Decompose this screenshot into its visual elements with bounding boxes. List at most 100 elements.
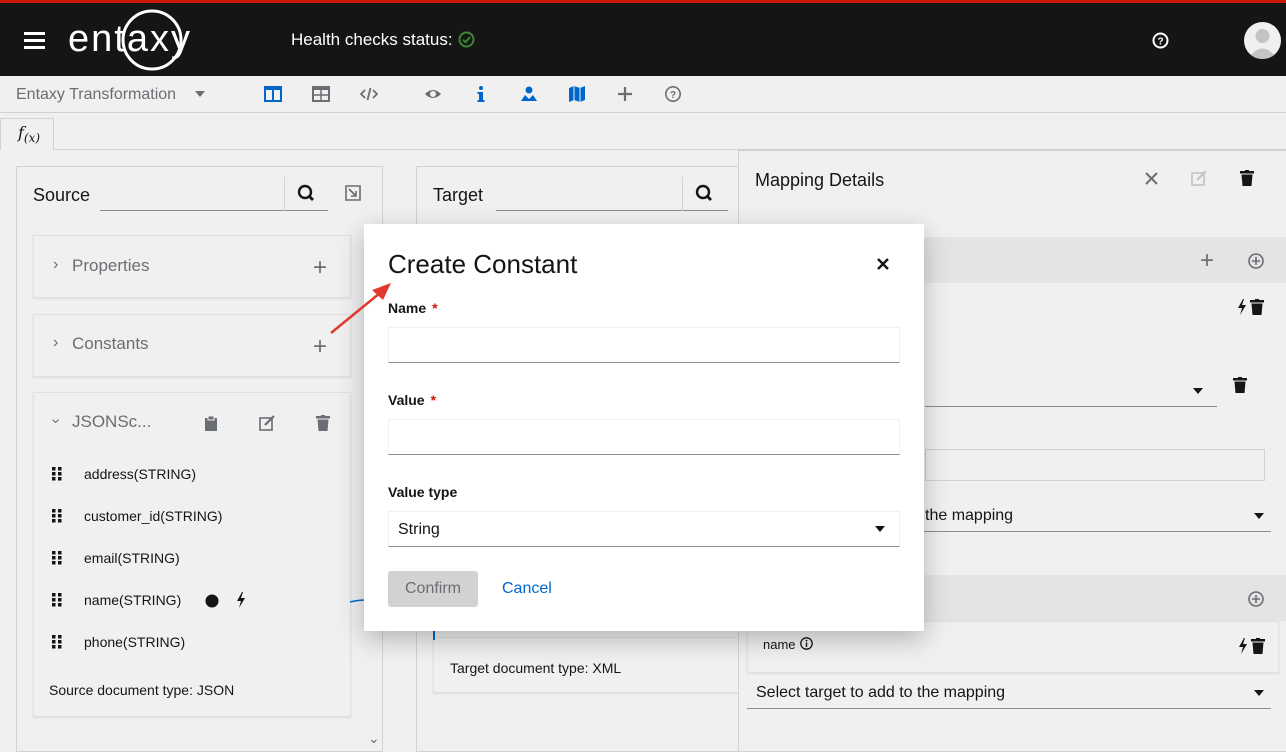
cancel-button[interactable]: Cancel <box>502 571 552 607</box>
grip-icon[interactable] <box>52 509 62 523</box>
chevron-down-icon[interactable]: › <box>47 418 65 423</box>
masthead: entaxy Health checks status: ? <box>0 3 1286 76</box>
eye-icon[interactable] <box>424 85 442 103</box>
mapping-details-title: Mapping Details <box>755 170 885 190</box>
toolbar: Entaxy Transformation ? <box>0 76 1286 113</box>
bolt-icon[interactable] <box>236 592 246 608</box>
source-title: Source <box>33 185 91 205</box>
bolt-icon[interactable] <box>1237 299 1247 315</box>
grip-icon[interactable] <box>52 635 62 649</box>
value-type-label: Value type <box>388 484 458 500</box>
caret-down-icon <box>1193 388 1203 394</box>
target-doc-card: Target document type: XML <box>433 637 753 693</box>
help-icon[interactable]: ? <box>664 85 682 103</box>
columns-view-icon[interactable] <box>264 85 282 103</box>
clipboard-icon[interactable] <box>204 415 218 431</box>
mapped-dot-icon <box>205 594 219 608</box>
search-button[interactable] <box>284 177 328 211</box>
constants-card[interactable]: › Constants + <box>33 314 351 377</box>
json-schema-card: › JSONSc... <box>33 392 351 717</box>
trash-icon[interactable] <box>1251 638 1265 654</box>
properties-card[interactable]: › Properties + <box>33 235 351 298</box>
export-icon[interactable] <box>344 184 362 202</box>
code-view-icon[interactable] <box>360 85 378 103</box>
caret-down-icon <box>1254 690 1264 696</box>
required-mark: * <box>432 300 438 316</box>
add-constant-icon[interactable]: + <box>313 335 327 359</box>
trash-icon[interactable] <box>1240 170 1254 186</box>
value-type-selected: String <box>398 521 440 538</box>
source-doc-type: Source document type: JSON <box>49 682 235 698</box>
edit-icon[interactable] <box>259 415 276 431</box>
target-search-input[interactable] <box>496 177 728 211</box>
field-name: email(STRING) <box>84 550 180 566</box>
add-source-icon[interactable]: + <box>1200 249 1214 273</box>
hamburger-menu-icon[interactable] <box>24 32 45 49</box>
field-name: phone(STRING) <box>84 634 186 650</box>
transformation-selector[interactable]: Entaxy Transformation <box>16 86 176 104</box>
confirm-button[interactable]: Confirm <box>388 571 478 607</box>
caret-down-icon <box>875 526 885 532</box>
search-icon <box>297 184 314 201</box>
field-name: address(STRING) <box>84 466 197 482</box>
help-icon[interactable]: ? <box>1152 32 1169 49</box>
info-circle-icon[interactable] <box>800 637 813 650</box>
source-select-text: the mapping <box>925 507 1014 524</box>
close-icon[interactable] <box>876 257 890 271</box>
user-avatar[interactable] <box>1244 22 1281 59</box>
add-property-icon[interactable]: + <box>313 256 327 280</box>
value-label: Value * <box>388 392 437 408</box>
user-icon <box>1248 29 1277 59</box>
svg-text:?: ? <box>1157 37 1163 48</box>
close-icon[interactable] <box>1145 172 1158 185</box>
source-panel: Source › Properties + › Constants + › JS… <box>16 166 383 752</box>
target-title: Target <box>433 185 484 205</box>
properties-label: Properties <box>72 256 150 275</box>
check-circle-icon <box>458 31 475 48</box>
target-select[interactable]: Select target to add to the mapping <box>747 675 1271 709</box>
chevron-right-icon[interactable]: › <box>53 256 58 274</box>
source-search-input[interactable] <box>100 177 328 211</box>
required-mark: * <box>430 392 437 408</box>
grip-icon[interactable] <box>52 593 62 607</box>
value-field[interactable] <box>388 419 900 455</box>
svg-text:?: ? <box>670 90 676 101</box>
search-button[interactable] <box>682 177 726 211</box>
health-status-label: Health checks status: <box>291 30 453 49</box>
bolt-icon[interactable] <box>1238 638 1248 654</box>
grip-icon[interactable] <box>52 551 62 565</box>
grip-icon[interactable] <box>52 467 62 481</box>
function-tab-bar: f(x) <box>0 113 1286 150</box>
trash-icon[interactable] <box>1250 299 1264 315</box>
constants-label: Constants <box>72 334 149 353</box>
field-name: name(STRING) <box>84 592 182 608</box>
dialog-title: Create Constant <box>388 249 578 279</box>
edit-icon[interactable] <box>1191 170 1208 186</box>
schema-label: JSONSc... <box>72 412 152 431</box>
target-field-name: name <box>763 637 796 652</box>
name-field[interactable] <box>388 327 900 363</box>
value-type-select[interactable]: String <box>388 511 900 547</box>
add-circle-icon[interactable] <box>1248 591 1264 607</box>
transformation-arg-input[interactable] <box>925 449 1265 481</box>
info-icon[interactable] <box>472 85 490 103</box>
trash-icon[interactable] <box>1233 377 1247 393</box>
plus-icon[interactable] <box>616 85 634 103</box>
caret-down-icon[interactable] <box>195 91 205 97</box>
name-label: Name * <box>388 300 438 316</box>
transformation-select[interactable] <box>925 373 1217 407</box>
entaxy-logo[interactable]: entaxy <box>68 9 230 71</box>
search-icon <box>695 184 712 201</box>
map-marked-icon[interactable] <box>520 85 538 103</box>
target-select-text: Select target to add to the mapping <box>756 684 1006 701</box>
chevron-down-icon[interactable]: ⌄ <box>368 730 380 747</box>
svg-text:entaxy: entaxy <box>68 18 192 60</box>
map-icon[interactable] <box>568 85 586 103</box>
add-circle-icon[interactable] <box>1248 253 1264 269</box>
target-doc-type: Target document type: XML <box>450 660 622 676</box>
table-view-icon[interactable] <box>312 85 330 103</box>
trash-icon[interactable] <box>316 415 330 431</box>
chevron-right-icon[interactable]: › <box>53 334 58 352</box>
field-name: customer_id(STRING) <box>84 508 223 524</box>
functions-tab[interactable]: f(x) <box>0 118 54 150</box>
